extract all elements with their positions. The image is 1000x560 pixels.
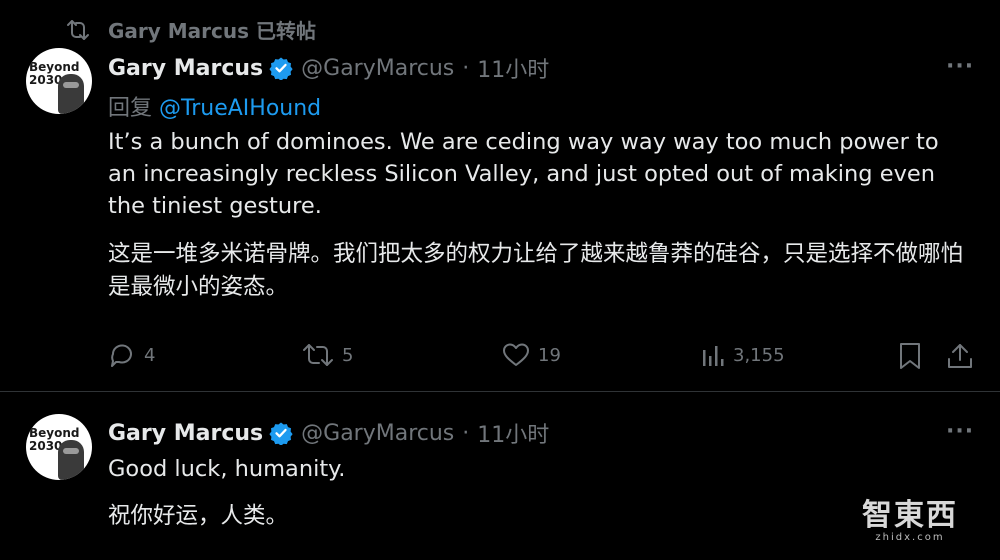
author-handle[interactable]: @GaryMarcus [301, 421, 454, 446]
more-icon[interactable]: ··· [946, 419, 974, 444]
views-icon [703, 346, 724, 366]
reply-icon [111, 344, 132, 367]
verified-badge-icon[interactable] [269, 421, 293, 445]
repost-icon [303, 344, 333, 366]
tweet-header: Gary Marcus @GaryMarcus · 11小时 [108, 52, 549, 84]
like-button[interactable]: 19 [502, 342, 561, 368]
avatar[interactable]: Beyond 2030 [26, 414, 92, 480]
timestamp[interactable]: 11小时 [477, 417, 549, 449]
author-name[interactable]: Gary Marcus [108, 421, 263, 446]
reply-to-link[interactable]: @TrueAIHound [159, 96, 321, 121]
repost-count: 5 [342, 344, 354, 366]
watermark-main: 智東西 [862, 498, 958, 533]
watermark-logo: 智東西 zhidx.com [862, 490, 958, 543]
time-separator: · [462, 420, 470, 446]
bookmark-button[interactable] [898, 342, 930, 370]
views-button[interactable]: 3,155 [701, 342, 785, 368]
reply-button[interactable]: 4 [108, 342, 155, 368]
avatar[interactable]: Beyond 2030 [26, 48, 92, 114]
reply-count: 4 [144, 344, 156, 366]
tweet-text-zh: 这是一堆多米诺骨牌。我们把太多的权力让给了越来越鲁莽的硅谷，只是选择不做哪怕是最… [108, 241, 964, 300]
repost-icon [66, 19, 90, 41]
like-icon [503, 343, 529, 366]
repost-header[interactable]: Gary Marcus 已转帖 [66, 15, 316, 44]
author-handle[interactable]: @GaryMarcus [301, 56, 454, 81]
time-separator: · [462, 55, 470, 81]
share-button[interactable] [946, 342, 982, 370]
reply-prefix: 回复 [108, 96, 153, 121]
more-icon[interactable]: ··· [946, 54, 974, 79]
tweet-header: Gary Marcus @GaryMarcus · 11小时 [108, 417, 549, 449]
repost-header-text: Gary Marcus 已转帖 [108, 19, 316, 43]
reply-context: 回复 @TrueAIHound [108, 90, 321, 122]
timestamp[interactable]: 11小时 [477, 52, 549, 84]
watermark-sub: zhidx.com [875, 532, 945, 543]
repost-button[interactable]: 5 [302, 342, 353, 368]
avatar-portrait [58, 74, 84, 114]
verified-badge-icon[interactable] [269, 56, 293, 80]
bookmark-icon [900, 343, 920, 369]
author-name[interactable]: Gary Marcus [108, 56, 263, 81]
like-count: 19 [538, 344, 561, 366]
share-icon [948, 344, 972, 368]
views-count: 3,155 [733, 344, 785, 366]
tweet-text-zh: 祝你好运，人类。 [108, 503, 289, 529]
tweet-text-en: It’s a bunch of dominoes. We are ceding … [108, 129, 939, 219]
avatar-portrait [58, 440, 84, 480]
tweet-text-en: Good luck, humanity. [108, 456, 346, 482]
tweet-divider [0, 391, 1000, 392]
